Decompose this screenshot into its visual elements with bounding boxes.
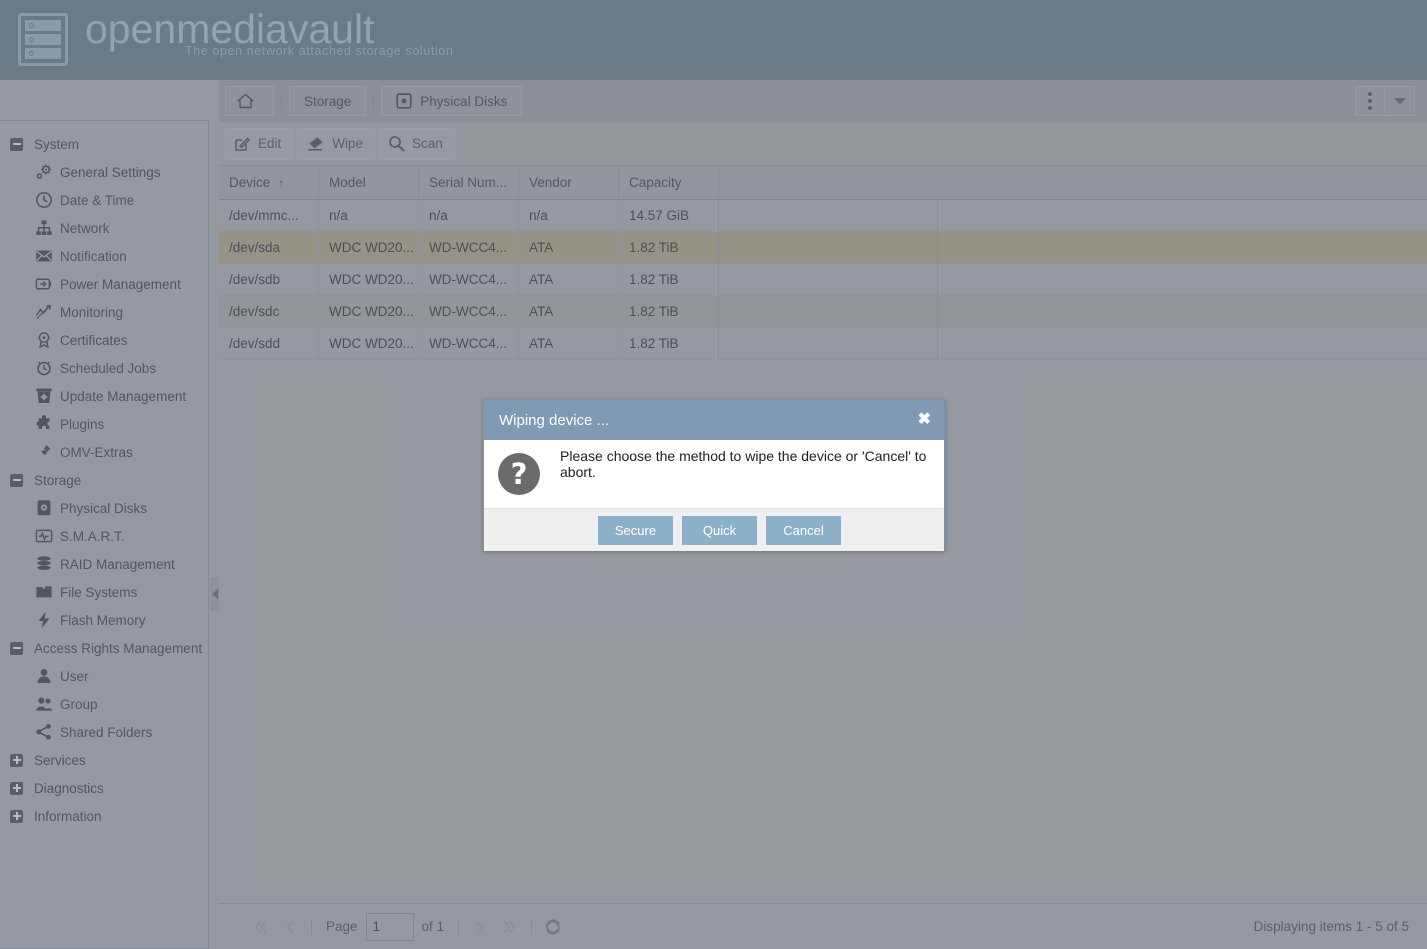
question-mark-circle-icon: ? <box>498 453 540 495</box>
dialog-message: Please choose the method to wipe the dev… <box>560 448 927 480</box>
dialog-body: ? Please choose the method to wipe the d… <box>484 440 944 508</box>
secure-button[interactable]: Secure <box>598 515 673 545</box>
close-icon[interactable]: ✖ <box>918 412 931 428</box>
app-root: openmediavault The open network attached… <box>0 0 1427 949</box>
wipe-dialog: Wiping device ... ✖ ? Please choose the … <box>483 399 945 551</box>
cancel-button[interactable]: Cancel <box>766 515 841 545</box>
dialog-header: Wiping device ... ✖ <box>484 400 944 440</box>
quick-button[interactable]: Quick <box>682 515 757 545</box>
dialog-footer: Secure Quick Cancel <box>484 508 944 551</box>
dialog-title: Wiping device ... <box>499 411 610 429</box>
